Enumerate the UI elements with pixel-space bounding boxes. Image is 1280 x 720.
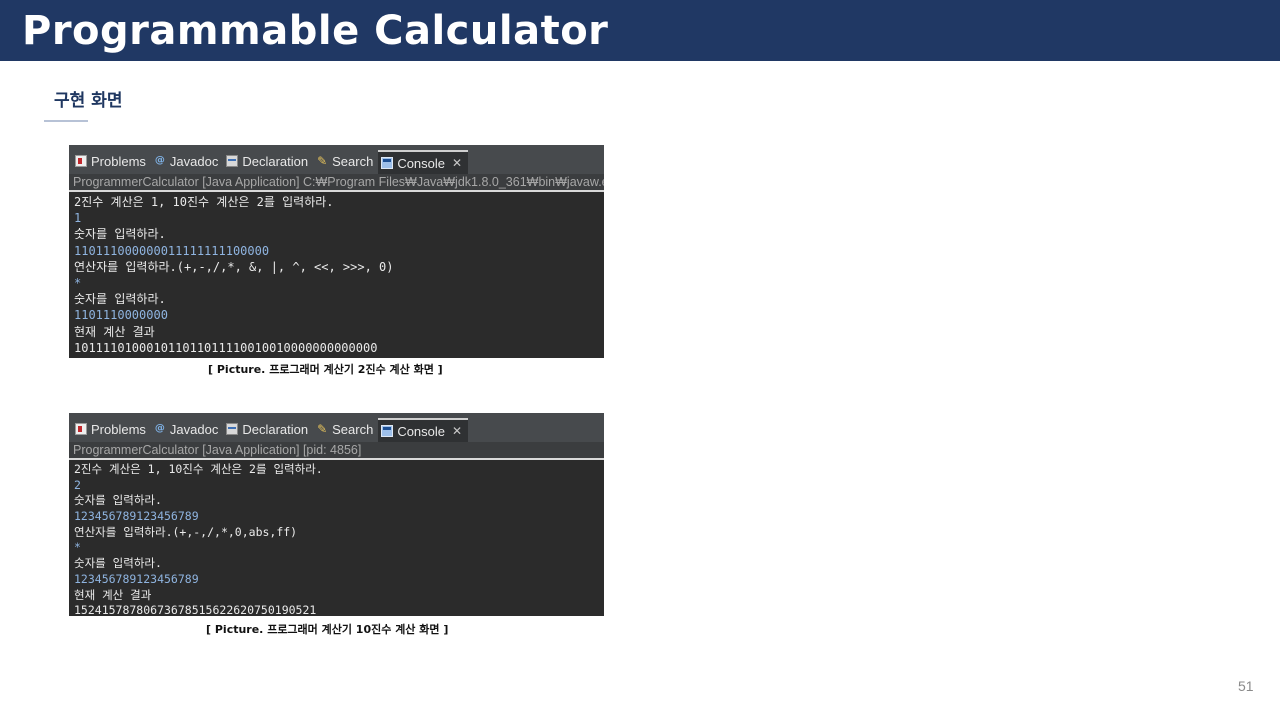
tab-javadoc[interactable]: @ Javadoc xyxy=(151,416,223,442)
heading-underline xyxy=(44,120,88,122)
tab-label: Problems xyxy=(91,153,146,169)
view-tab-strip: Problems @ Javadoc Declaration ✎ Search … xyxy=(69,413,604,442)
tab-label: Declaration xyxy=(242,153,309,169)
console-line: 2진수 계산은 1, 10진수 계산은 2를 입력하라. xyxy=(74,195,334,209)
tab-declaration[interactable]: Declaration xyxy=(223,416,313,442)
tab-declaration[interactable]: Declaration xyxy=(223,148,313,174)
search-flashlight-icon: ✎ xyxy=(317,154,328,168)
console-input-line: 2 xyxy=(74,477,81,492)
title-bar: Programmable Calculator xyxy=(0,0,1280,61)
tab-javadoc[interactable]: @ Javadoc xyxy=(151,148,223,174)
tab-problems[interactable]: Problems xyxy=(72,148,151,174)
console-line: 현재 계산 결과 xyxy=(74,324,155,339)
console-line: 숫자를 입력하라. xyxy=(74,292,166,307)
tab-label: Problems xyxy=(91,421,146,437)
problems-icon xyxy=(75,423,87,435)
tab-label: Search xyxy=(332,153,374,169)
console-output: 2진수 계산은 1, 10진수 계산은 2를 입력하라. 2 숫자를 입력하라.… xyxy=(69,460,604,616)
tab-label: Javadoc xyxy=(169,153,219,169)
tab-label: Declaration xyxy=(242,421,309,437)
close-icon[interactable]: ✕ xyxy=(452,156,462,170)
slide-title: Programmable Calculator xyxy=(22,8,609,54)
tab-label: Javadoc xyxy=(169,421,219,437)
console-line: 현재 계산 결과 xyxy=(74,587,152,602)
tab-label: Console xyxy=(397,423,446,439)
section-heading: 구현 화면 xyxy=(54,91,123,111)
tab-search[interactable]: ✎ Search xyxy=(313,416,378,442)
launch-info: ProgrammerCalculator [Java Application] … xyxy=(69,442,604,460)
console-window-decimal: Problems @ Javadoc Declaration ✎ Search … xyxy=(69,413,604,616)
search-flashlight-icon: ✎ xyxy=(317,422,328,436)
console-line: 숫자를 입력하라. xyxy=(74,227,166,242)
javadoc-icon: @ xyxy=(154,155,165,166)
console-icon xyxy=(381,425,394,437)
console-output: 2진수 계산은 1, 10진수 계산은 2를 입력하라. 1 숫자를 입력하라.… xyxy=(69,192,604,356)
javadoc-icon: @ xyxy=(154,423,165,434)
console-input-line: * xyxy=(74,275,82,290)
console-input-line: 1 xyxy=(74,211,82,226)
console-input-line: 110111000000011111111100000 xyxy=(74,243,270,258)
tab-label: Console xyxy=(397,155,446,171)
console-line: 숫자를 입력하라. xyxy=(74,493,162,508)
console-input-line: 1101110000000 xyxy=(74,308,168,323)
close-icon[interactable]: ✕ xyxy=(452,424,462,438)
console-input-line: * xyxy=(74,540,81,555)
console-line: 연산자를 입력하라.(+,-,/,*,0,abs,ff) xyxy=(74,524,298,539)
page-number: 51 xyxy=(1238,678,1254,694)
console-line: 숫자를 입력하라. xyxy=(74,556,162,571)
console-window-binary: Problems @ Javadoc Declaration ✎ Search … xyxy=(69,145,604,358)
tab-console[interactable]: Console ✕ xyxy=(378,150,469,174)
console-line: 연산자를 입력하라.(+,-,/,*, &, |, ^, <<, >>>, 0) xyxy=(74,259,394,274)
tab-problems[interactable]: Problems xyxy=(72,416,151,442)
console-result-line: 1011110100010110110111100100100000000000… xyxy=(74,340,378,355)
problems-icon xyxy=(75,155,87,167)
figure-caption: [ Picture. 프로그래머 계산기 2진수 계산 화면 ] xyxy=(208,363,443,376)
declaration-icon xyxy=(226,423,239,435)
figure-caption: [ Picture. 프로그래머 계산기 10진수 계산 화면 ] xyxy=(206,623,449,636)
console-input-line: 123456789123456789 xyxy=(74,509,199,524)
launch-info: ProgrammerCalculator [Java Application] … xyxy=(69,174,604,192)
tab-search[interactable]: ✎ Search xyxy=(313,148,378,174)
tab-console[interactable]: Console ✕ xyxy=(378,418,469,442)
view-tab-strip: Problems @ Javadoc Declaration ✎ Search … xyxy=(69,145,604,174)
tab-label: Search xyxy=(332,421,374,437)
console-icon xyxy=(381,157,394,169)
console-line: 2진수 계산은 1, 10진수 계산은 2를 입력하라. xyxy=(74,462,323,476)
declaration-icon xyxy=(226,155,239,167)
console-result-line: 15241578780673678515622620750190521 xyxy=(74,603,317,616)
console-input-line: 123456789123456789 xyxy=(74,571,199,586)
